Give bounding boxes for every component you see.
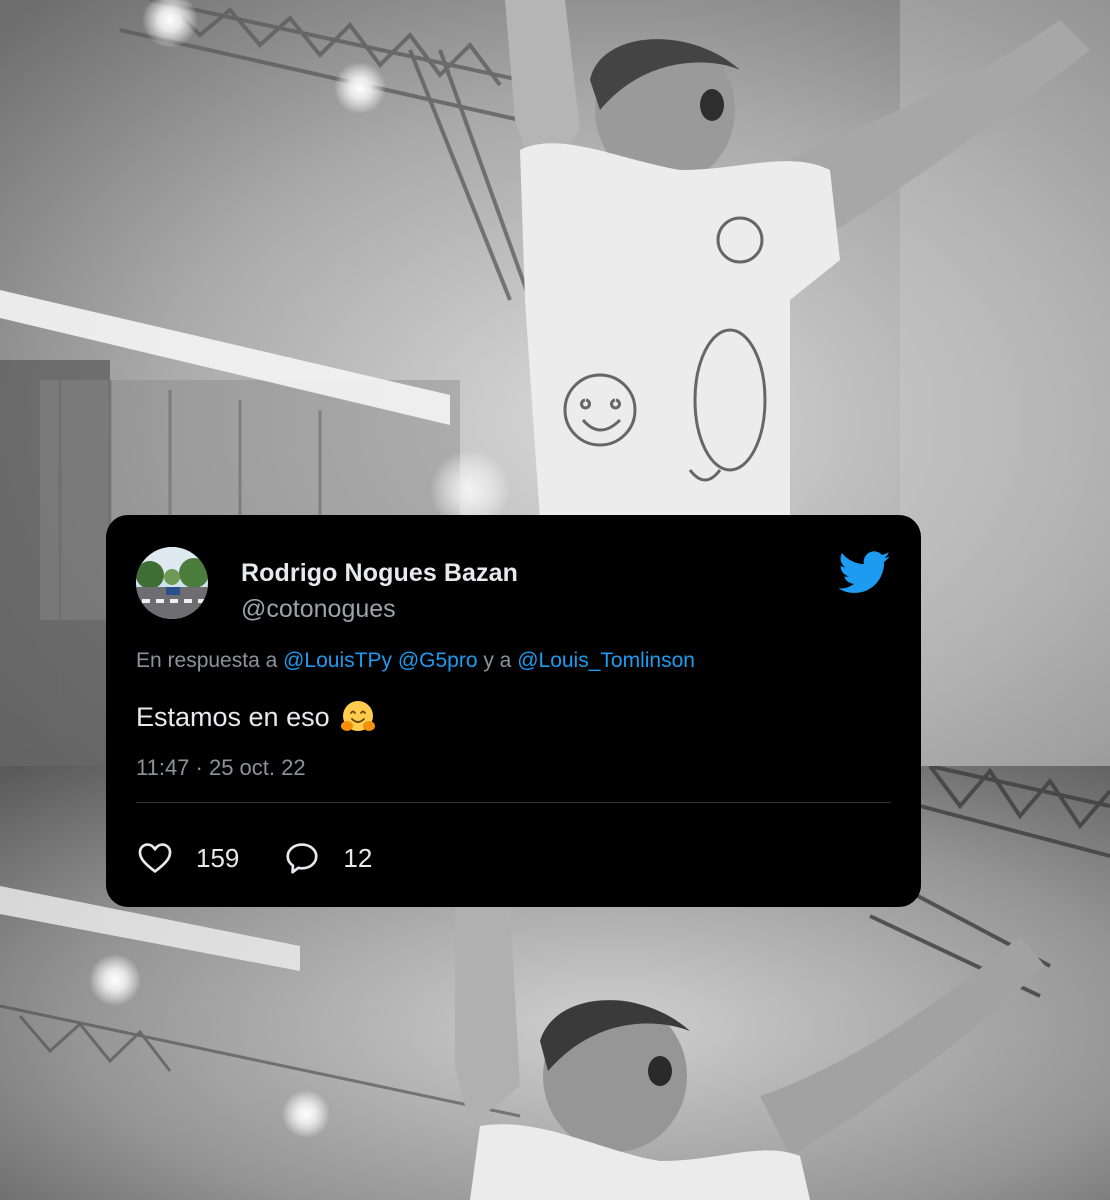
hugging-face-emoji-icon (340, 701, 375, 731)
tweet-card: Rodrigo Nogues Bazan @cotonogues En resp… (106, 515, 921, 907)
reply-joiner: y a (483, 649, 512, 672)
reply-context: En respuesta a @LouisTPy @G5pro y a @Lou… (136, 649, 695, 673)
display-name[interactable]: Rodrigo Nogues Bazan (241, 559, 518, 588)
avatar-street-photo (136, 547, 208, 619)
speech-bubble-icon (286, 843, 318, 874)
divider (136, 802, 891, 803)
user-handle[interactable]: @cotonogues (241, 595, 396, 624)
mention-link[interactable]: @G5pro (398, 649, 478, 672)
heart-icon (138, 843, 172, 873)
tweet-actions: 159 12 (136, 839, 372, 877)
reply-button[interactable]: 12 (283, 839, 372, 877)
twitter-bird-icon (839, 551, 891, 593)
tweet-body: Estamos en eso (136, 701, 330, 732)
reply-count: 12 (343, 842, 373, 873)
avatar[interactable] (136, 547, 208, 619)
like-count: 159 (196, 842, 240, 873)
tweet-timestamp[interactable]: 11:47 · 25 oct. 22 (136, 755, 306, 781)
like-button[interactable]: 159 (136, 839, 239, 877)
tweet-text: Estamos en eso (136, 699, 376, 735)
mention-link[interactable]: @LouisTPy (283, 649, 392, 672)
mention-link[interactable]: @Louis_Tomlinson (517, 649, 695, 672)
reply-prefix: En respuesta a (136, 649, 278, 672)
